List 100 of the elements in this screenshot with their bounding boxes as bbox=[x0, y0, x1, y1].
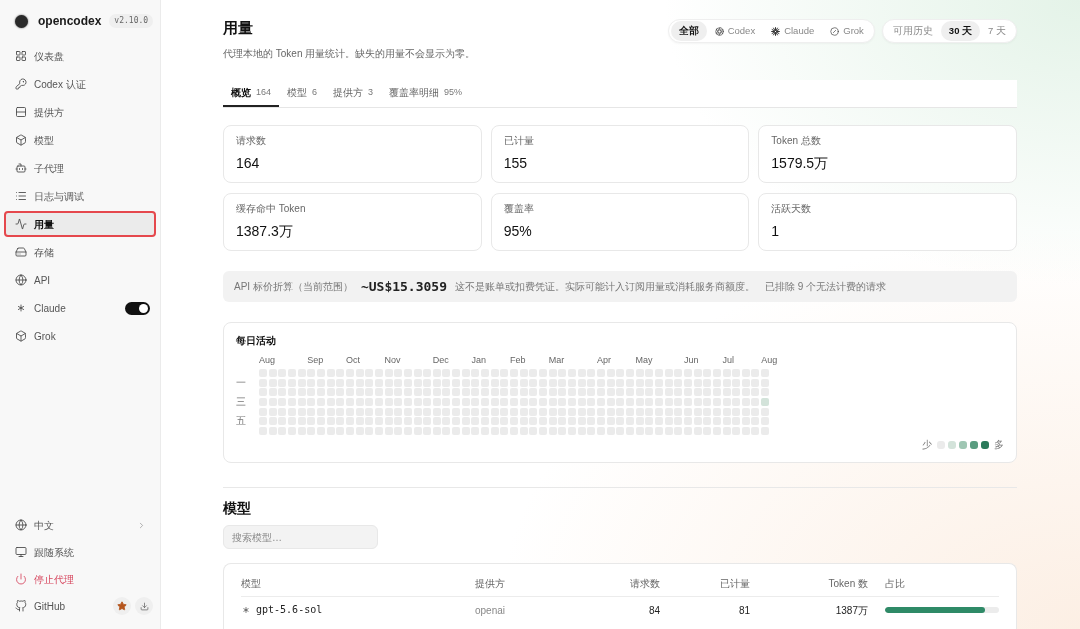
legend-less: 少 bbox=[922, 439, 932, 450]
nav-item[interactable]: Codex 认证 bbox=[4, 71, 156, 97]
tab[interactable]: 提供方 3 bbox=[325, 80, 382, 107]
stat-label: Token 总数 bbox=[771, 135, 821, 147]
filter-button[interactable]: Grok bbox=[822, 21, 872, 41]
nav-item[interactable]: 存储 bbox=[4, 239, 156, 265]
table-cell: 84 bbox=[648, 605, 660, 616]
stat-value: 164 bbox=[236, 154, 260, 172]
stat-value: 155 bbox=[503, 154, 527, 172]
star-button[interactable] bbox=[113, 597, 131, 615]
footer-item[interactable]: 停止代理 bbox=[4, 566, 156, 592]
month-label: Jul bbox=[722, 355, 734, 366]
column-header: 提供方 bbox=[475, 578, 505, 589]
globe-icon bbox=[15, 274, 27, 286]
star-icon bbox=[117, 601, 127, 611]
column-header: 已计量 bbox=[720, 578, 750, 589]
page-title: 用量 bbox=[223, 18, 253, 38]
table-cell: 81 bbox=[738, 605, 750, 616]
robot-icon bbox=[15, 162, 27, 174]
month-label: Dec bbox=[432, 355, 449, 366]
filter-button[interactable]: 7 天 bbox=[980, 21, 1014, 41]
stat-value: 1 bbox=[771, 222, 780, 240]
logo-icon bbox=[15, 14, 28, 28]
month-label: May bbox=[635, 355, 653, 366]
column-header: 模型 bbox=[241, 578, 261, 589]
asterisk-icon bbox=[241, 605, 251, 615]
hard-drive-icon bbox=[15, 246, 27, 258]
table-cell: 1387万 bbox=[835, 605, 868, 616]
month-label: Jun bbox=[683, 355, 699, 366]
download-button[interactable] bbox=[135, 597, 153, 615]
chevron-right-icon bbox=[137, 520, 146, 530]
card-title: 每日活动 bbox=[236, 335, 276, 347]
stat-value: 95% bbox=[503, 222, 532, 240]
disclaimer-text: 这不是账单或扣费凭证。实际可能计入订阅用量或消耗服务商额度。 bbox=[455, 280, 755, 294]
excluded-note: 已排除 9 个无法计费的请求 bbox=[765, 280, 887, 294]
stat-label: 覆盖率 bbox=[503, 203, 534, 215]
filter-button[interactable]: 可用历史 bbox=[884, 21, 941, 41]
stat-value: 1579.5万 bbox=[771, 154, 829, 172]
nav-item[interactable]: 仪表盘 bbox=[4, 43, 156, 69]
monitor-icon bbox=[15, 546, 27, 558]
github-icon bbox=[15, 600, 27, 612]
grid-icon bbox=[15, 50, 27, 62]
stat-label: 请求数 bbox=[236, 135, 266, 147]
cube-icon bbox=[15, 134, 27, 146]
stat-label: 已计量 bbox=[503, 135, 534, 147]
pulse-icon bbox=[15, 218, 27, 230]
slashed-circle-icon bbox=[830, 26, 840, 36]
toggle-switch[interactable] bbox=[125, 301, 150, 315]
tab[interactable]: 覆盖率明细 95% bbox=[381, 80, 471, 107]
month-label: Feb bbox=[510, 355, 526, 366]
filter-button[interactable]: Codex bbox=[706, 21, 764, 41]
nav-item[interactable]: 模型 bbox=[4, 127, 156, 153]
stat-value: 1387.3万 bbox=[236, 222, 293, 240]
footer-item[interactable]: 跟随系统 bbox=[4, 539, 156, 565]
estimate-amount: ~US$15.3059 bbox=[360, 277, 447, 296]
nav-item[interactable]: 日志与调试 bbox=[4, 183, 156, 209]
filter-button[interactable]: Claude bbox=[763, 21, 823, 41]
column-header: 请求数 bbox=[630, 578, 660, 589]
stat-label: 活跃天数 bbox=[771, 203, 812, 215]
nav-item[interactable]: 子代理 bbox=[4, 155, 156, 181]
version-badge: v2.10.0 bbox=[109, 14, 154, 28]
footer-item[interactable]: 中文 bbox=[4, 512, 156, 538]
download-icon bbox=[139, 601, 149, 611]
column-header: 占比 bbox=[885, 578, 905, 589]
nav-item[interactable]: Grok bbox=[4, 323, 156, 349]
globe-icon bbox=[15, 519, 27, 531]
month-label: Apr bbox=[596, 355, 611, 366]
estimate-label: API 标价折算（当前范围） bbox=[234, 280, 353, 294]
aperture-icon bbox=[714, 26, 724, 36]
stat-label: 缓存命中 Token bbox=[236, 203, 306, 215]
month-label: Oct bbox=[345, 355, 360, 366]
cube-icon bbox=[15, 330, 27, 342]
section-heading: 模型 bbox=[223, 499, 251, 517]
column-header: Token 数 bbox=[828, 578, 868, 589]
table-cell: openai bbox=[475, 605, 506, 616]
month-label: Jan bbox=[471, 355, 486, 366]
power-icon bbox=[15, 573, 27, 585]
nav-item[interactable]: 提供方 bbox=[4, 99, 156, 125]
filter-button[interactable]: 30 天 bbox=[940, 21, 981, 41]
model-name: gpt-5.6-sol bbox=[256, 603, 323, 617]
day-label: 三 bbox=[236, 396, 246, 407]
app-name: opencodex bbox=[38, 13, 102, 30]
starburst-icon bbox=[771, 26, 781, 36]
list-icon bbox=[15, 190, 27, 202]
nav-item[interactable]: 用量 bbox=[4, 211, 156, 237]
nav-item[interactable]: Claude bbox=[4, 295, 125, 321]
search-field[interactable]: 搜索模型… bbox=[223, 525, 378, 549]
server-icon bbox=[15, 106, 27, 118]
page-subtitle: 代理本地的 Token 用量统计。缺失的用量不会显示为零。 bbox=[223, 47, 476, 61]
month-label: Mar bbox=[548, 355, 565, 366]
footer-item[interactable]: GitHub bbox=[4, 593, 113, 619]
tab[interactable]: 概览 164 bbox=[223, 80, 280, 107]
day-label: 一 bbox=[236, 377, 246, 388]
month-label: Sep bbox=[307, 355, 324, 366]
filter-button[interactable]: 全部 bbox=[670, 21, 707, 41]
month-label: Aug bbox=[761, 355, 778, 366]
month-label: Aug bbox=[259, 355, 275, 366]
month-label: Nov bbox=[384, 355, 401, 366]
nav-item[interactable]: API bbox=[4, 267, 156, 293]
tab[interactable]: 模型 6 bbox=[279, 80, 326, 107]
